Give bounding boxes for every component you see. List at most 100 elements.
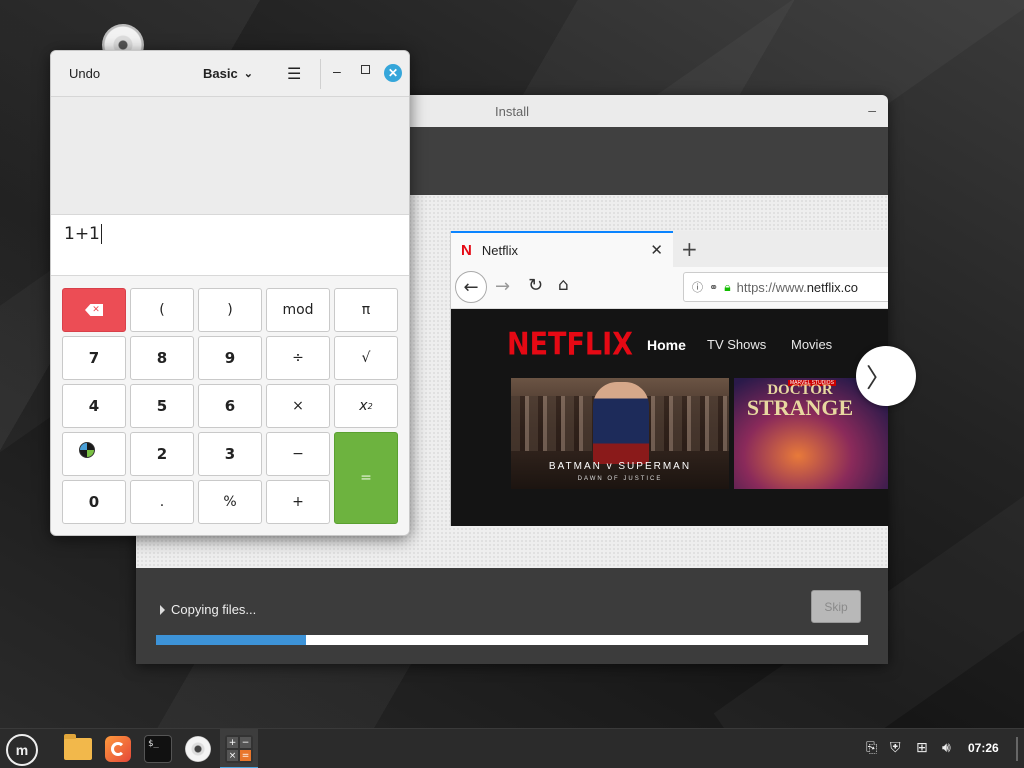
browser-navbar: ← → ↻ ⌂ ⓘ ⚭ 🔒︎ https://www.netflix.co: [451, 267, 888, 309]
link-icon: ⚭: [709, 281, 719, 294]
skip-button[interactable]: Skip: [811, 590, 861, 623]
key-plus[interactable]: +: [266, 480, 330, 524]
key-5[interactable]: 5: [130, 384, 194, 428]
undo-button[interactable]: Undo: [69, 66, 100, 81]
minimize-icon[interactable]: –: [868, 102, 876, 118]
status-text: Copying files...: [171, 602, 257, 617]
home-icon: ⌂: [558, 275, 569, 295]
calculator-icon: + − × =: [225, 735, 253, 763]
key-2[interactable]: 2: [130, 432, 194, 476]
key-lparen[interactable]: (: [130, 288, 194, 332]
square-exponent: 2: [367, 401, 373, 411]
terminal-launcher[interactable]: $_: [142, 733, 174, 765]
info-icon: ⓘ: [692, 282, 703, 294]
calculation-history: [51, 97, 409, 215]
poster1-title: BATMAN v SUPERMAN: [548, 461, 692, 472]
linux-mint-icon[interactable]: m: [6, 734, 38, 766]
url-bar: ⓘ ⚭ 🔒︎ https://www.netflix.co: [683, 272, 888, 302]
installer-launcher[interactable]: [182, 733, 214, 765]
nav-tv-shows: TV Shows: [707, 337, 767, 352]
key-4[interactable]: 4: [62, 384, 126, 428]
chevron-down-icon: ⌄: [243, 68, 253, 80]
install-title: Install: [495, 103, 529, 119]
key-sqrt[interactable]: √: [334, 336, 398, 380]
key-square[interactable]: x2: [334, 384, 398, 428]
expander-arrow-icon: [160, 604, 165, 615]
install-status-bar: Copying files... Skip: [136, 568, 888, 664]
folder-icon: [64, 734, 92, 760]
key-equals[interactable]: =: [334, 432, 398, 524]
maximize-button[interactable]: [361, 65, 370, 74]
progress-bar: [156, 635, 868, 645]
key-3[interactable]: 3: [198, 432, 262, 476]
progress-fill: [156, 635, 306, 645]
chevron-right-icon: 〉: [856, 346, 916, 406]
netflix-page: NETFLIX Home TV Shows Movies BATMAN v SU…: [451, 309, 888, 526]
poster1-subtitle: DAWN OF JUSTICE: [577, 476, 663, 482]
network-icon[interactable]: ⊞: [916, 740, 928, 756]
nav-home: Home: [647, 337, 686, 353]
tab-title: Netflix: [481, 242, 518, 258]
firefox-icon: [105, 736, 131, 762]
expression-input[interactable]: 1+1: [51, 215, 409, 276]
new-tab-icon: +: [681, 237, 698, 261]
header-divider: [320, 59, 321, 89]
volume-icon[interactable]: 🔊︎: [942, 740, 951, 756]
calculator-window: Undo Basic ⌄ ☰ – ✕ 1+1 ✕ ( ) mod π 7 8 9…: [50, 50, 410, 536]
slide-browser-mockup: N Netflix ✕ + ← → ↻ ⌂ ⓘ ⚭ 🔒︎ https://www…: [450, 231, 888, 526]
browser-tab: N Netflix ✕: [451, 231, 673, 267]
mode-selector[interactable]: Basic ⌄: [203, 66, 253, 81]
netflix-favicon-icon: N: [461, 241, 472, 259]
key-multiply[interactable]: ×: [266, 384, 330, 428]
tab-close-icon: ✕: [650, 242, 663, 259]
minimize-button[interactable]: –: [333, 63, 341, 79]
key-rparen[interactable]: ): [198, 288, 262, 332]
key-minus[interactable]: −: [266, 432, 330, 476]
url-domain: netflix.co: [806, 279, 858, 295]
backspace-icon: ✕: [85, 304, 103, 316]
files-launcher[interactable]: [62, 733, 94, 765]
back-icon: ←: [455, 271, 487, 303]
key-mod[interactable]: mod: [266, 288, 330, 332]
reload-icon: ↻: [528, 275, 544, 296]
key-0[interactable]: 0: [62, 480, 126, 524]
mouse-cursor-icon: [79, 442, 95, 458]
text-caret: [100, 224, 102, 244]
keypad: ✕ ( ) mod π 7 8 9 ÷ √ 4 5 6 × x2 2 3 − =…: [51, 276, 409, 535]
key-percent[interactable]: %: [198, 480, 262, 524]
key-pi[interactable]: π: [334, 288, 398, 332]
disc-icon: [185, 736, 211, 762]
expression-text: 1+1: [64, 224, 100, 244]
hamburger-menu-icon[interactable]: ☰: [287, 64, 301, 84]
show-desktop-button[interactable]: [1016, 737, 1018, 761]
mode-label: Basic: [203, 66, 238, 81]
url-prefix: https://www.: [736, 279, 807, 295]
key-6[interactable]: 6: [198, 384, 262, 428]
key-1[interactable]: [62, 432, 126, 476]
backspace-button[interactable]: ✕: [62, 288, 126, 332]
netflix-logo: NETFLIX: [507, 326, 633, 363]
poster-batman-v-superman: BATMAN v SUPERMAN DAWN OF JUSTICE: [511, 378, 729, 489]
poster2-title-bottom: STRANGE: [746, 395, 854, 420]
terminal-icon: $_: [144, 735, 172, 763]
square-base: x: [359, 398, 368, 414]
update-manager-icon[interactable]: ⎘: [866, 740, 877, 756]
calculator-launcher[interactable]: + − × =: [223, 733, 255, 765]
firefox-launcher[interactable]: [102, 733, 134, 765]
key-divide[interactable]: ÷: [266, 336, 330, 380]
taskbar: m $_ + − × = ⎘ ⛨ ⊞ 🔊︎ 07:26: [0, 728, 1024, 768]
lock-icon: 🔒︎: [724, 279, 731, 294]
key-8[interactable]: 8: [130, 336, 194, 380]
shield-icon[interactable]: ⛨: [890, 740, 901, 756]
key-7[interactable]: 7: [62, 336, 126, 380]
status-expander[interactable]: Copying files...: [160, 602, 256, 617]
forward-icon: →: [495, 276, 511, 297]
close-button[interactable]: ✕: [384, 64, 402, 82]
key-decimal[interactable]: .: [130, 480, 194, 524]
nav-movies: Movies: [791, 337, 833, 352]
key-9[interactable]: 9: [198, 336, 262, 380]
browser-tabbar: N Netflix ✕ +: [451, 231, 888, 267]
calculator-headerbar[interactable]: Undo Basic ⌄ ☰ – ✕: [51, 51, 409, 97]
clock[interactable]: 07:26: [968, 741, 999, 755]
superman-figure: [593, 382, 649, 464]
